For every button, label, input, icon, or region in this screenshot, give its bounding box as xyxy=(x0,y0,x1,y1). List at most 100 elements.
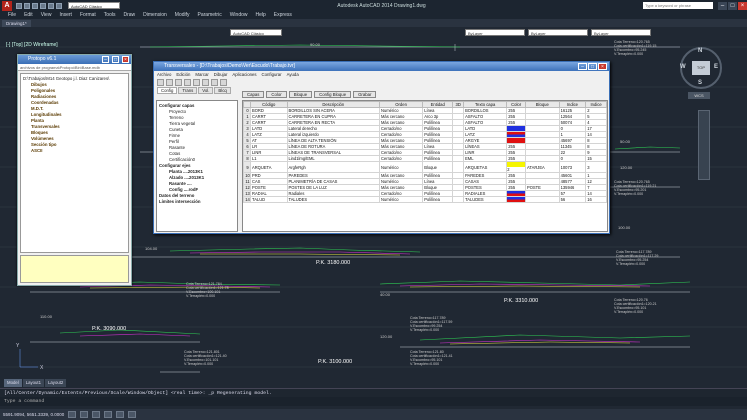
wcs-menu[interactable]: WCS xyxy=(688,92,710,99)
layer-combo[interactable]: AutoCAD Clásico xyxy=(230,29,282,36)
grid-icon[interactable] xyxy=(80,411,89,418)
redo-icon[interactable] xyxy=(56,2,62,9)
linetype-combo[interactable]: ByLayer xyxy=(528,29,588,36)
tab-trans[interactable]: Trans xyxy=(178,87,198,94)
dialog-menu-item[interactable]: Dibujar xyxy=(214,71,228,78)
dialog-menu-item[interactable]: Ayuda xyxy=(287,71,299,78)
config-tree[interactable]: Configurar capas Proyecto Terreno Tierra ve… xyxy=(156,100,238,232)
maximize-icon[interactable]: □ xyxy=(728,1,737,10)
table-cell[interactable] xyxy=(524,196,560,203)
undo-icon[interactable] xyxy=(48,2,54,9)
save-icon[interactable] xyxy=(175,79,182,86)
navigation-bar[interactable] xyxy=(698,110,710,180)
menu-item-file[interactable]: File xyxy=(8,12,16,18)
minimize-icon[interactable]: – xyxy=(718,1,727,10)
tree-item[interactable]: ASCII xyxy=(23,148,126,154)
menu-item-view[interactable]: View xyxy=(41,12,52,18)
compass-e[interactable]: E xyxy=(714,64,718,70)
help-icon[interactable] xyxy=(220,79,227,86)
tab-blcq[interactable]: Blcq xyxy=(214,87,231,94)
menu-item-window[interactable]: Window xyxy=(230,12,248,18)
table-cell[interactable]: 2 xyxy=(506,161,526,173)
menu-item-format[interactable]: Format xyxy=(80,12,96,18)
maximize-icon[interactable]: □ xyxy=(112,56,119,63)
menu-item-tools[interactable]: Tools xyxy=(104,12,116,18)
layout-tab-layout2[interactable]: Layout2 xyxy=(45,379,67,387)
button-3[interactable]: Config Bloque xyxy=(314,91,352,98)
button-4[interactable]: Grabar xyxy=(353,91,377,98)
dialog-menu-item[interactable]: Aplicaciones xyxy=(232,71,256,78)
close-icon[interactable]: × xyxy=(122,56,129,63)
menu-item-insert[interactable]: Insert xyxy=(59,12,72,18)
print-icon[interactable] xyxy=(184,79,191,86)
color-combo[interactable]: ByLayer xyxy=(465,29,525,36)
osnap-icon[interactable] xyxy=(116,411,125,418)
viewport-controls[interactable]: [-] [Top] [2D Wireframe] xyxy=(6,42,58,48)
dialog-menu-item[interactable]: Edición xyxy=(176,71,190,78)
command-input[interactable]: Type a command xyxy=(0,397,747,406)
button-1[interactable]: Color xyxy=(266,91,287,98)
table-row[interactable]: 14 TALUD TALUDES Numérico Polilínea TALUDES 56… xyxy=(243,196,607,203)
tab-vol[interactable]: Vol. xyxy=(198,87,214,94)
polar-icon[interactable] xyxy=(104,411,113,418)
ortho-icon[interactable] xyxy=(92,411,101,418)
menu-item-parametric[interactable]: Parametric xyxy=(198,12,222,18)
menu-item-help[interactable]: Help xyxy=(256,12,266,18)
table-cell[interactable] xyxy=(506,196,526,203)
table-cell[interactable]: Polilínea xyxy=(422,196,454,203)
menu-item-modify[interactable]: Modify xyxy=(175,12,190,18)
new-icon[interactable] xyxy=(16,2,22,9)
doc-tab[interactable]: Drawing1* xyxy=(2,19,31,27)
table-cell[interactable]: Bloque xyxy=(422,161,454,173)
table-cell[interactable]: 3 xyxy=(585,161,607,173)
close-icon[interactable]: × xyxy=(738,1,747,10)
menu-item-dimension[interactable]: Dimension xyxy=(143,12,167,18)
minimize-icon[interactable]: – xyxy=(102,56,109,63)
cut-icon[interactable] xyxy=(193,79,200,86)
table-cell[interactable]: ARQUETA xyxy=(250,161,288,173)
compass-w[interactable]: W xyxy=(680,64,686,70)
compass-s[interactable]: S xyxy=(698,80,702,86)
minimize-icon[interactable]: – xyxy=(578,63,587,70)
menu-item-edit[interactable]: Edit xyxy=(24,12,33,18)
open-icon[interactable] xyxy=(24,2,30,9)
table-cell[interactable]: TALUDES xyxy=(286,196,381,203)
table-cell[interactable]: ARQUETAS xyxy=(463,161,508,173)
table-cell[interactable]: ATARJEA xyxy=(524,161,560,173)
layout-tab-model[interactable]: Model xyxy=(4,379,22,387)
layers-grid[interactable]: Código Descripción Orden Entidad 3D Texto cap… xyxy=(242,100,608,232)
table-cell[interactable]: TALUDES xyxy=(463,196,508,203)
autocad-logo-icon[interactable]: A xyxy=(2,0,12,11)
tab-config[interactable]: Config xyxy=(157,87,178,94)
dialog-menu-item[interactable]: Configurar xyxy=(262,71,282,78)
button-0[interactable]: Capas xyxy=(242,91,265,98)
menu-item-draw[interactable]: Draw xyxy=(123,12,135,18)
snap-icon[interactable] xyxy=(68,411,77,418)
save-icon[interactable] xyxy=(32,2,38,9)
viewcube-top-face[interactable]: TOP xyxy=(692,61,710,75)
table-cell[interactable]: Numérico xyxy=(379,161,424,173)
print-icon[interactable] xyxy=(40,2,46,9)
lineweight-combo[interactable]: ByLayer xyxy=(591,29,651,36)
table-cell[interactable]: 10073 xyxy=(558,161,587,173)
workspace-combo[interactable]: AutoCAD Clásico xyxy=(68,2,120,9)
search-input[interactable]: Type a keyword or phrase xyxy=(643,2,713,9)
close-icon[interactable]: × xyxy=(598,63,607,70)
copy-icon[interactable] xyxy=(202,79,209,86)
paste-icon[interactable] xyxy=(211,79,218,86)
layout-tab-layout1[interactable]: Layout1 xyxy=(22,379,45,387)
table-cell[interactable]: TALUD xyxy=(250,196,288,203)
compass-n[interactable]: N xyxy=(698,48,702,54)
table-cell[interactable]: ArgfeRgh xyxy=(286,161,381,173)
otrack-icon[interactable] xyxy=(128,411,137,418)
table-cell[interactable] xyxy=(452,161,465,173)
table-cell[interactable]: 16 xyxy=(585,196,607,203)
menu-item-express[interactable]: Express xyxy=(274,12,292,18)
open-icon[interactable] xyxy=(166,79,173,86)
button-2[interactable]: Bloque xyxy=(288,91,313,98)
maximize-icon[interactable]: □ xyxy=(588,63,597,70)
dialog-menu-item[interactable]: Archivo xyxy=(157,71,171,78)
palette-tree[interactable]: D:\Trabajos\M14 Geotopo j.l. Diaz Caniza… xyxy=(20,73,129,253)
table-cell[interactable]: 56 xyxy=(558,196,587,203)
tree-node[interactable]: Límites intersección xyxy=(159,199,235,205)
